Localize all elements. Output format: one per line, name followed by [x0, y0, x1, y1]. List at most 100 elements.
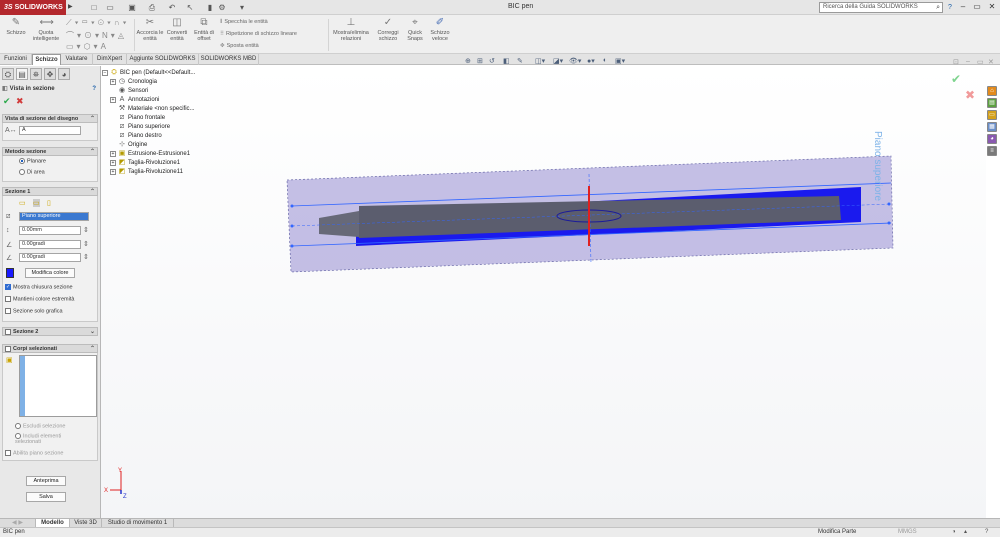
plane-handle[interactable] — [290, 224, 294, 228]
spin-icon[interactable]: ⇕ — [83, 253, 89, 261]
collapse-icon[interactable]: − — [102, 69, 108, 76]
display-style-icon[interactable]: ◪▾ — [553, 57, 563, 65]
enable-plane-checkbox[interactable]: Abilita piano sezione — [5, 450, 63, 456]
collapse-icon[interactable]: ⌃ — [90, 188, 95, 196]
tab-mbd[interactable]: SOLIDWORKS MBD — [199, 54, 259, 65]
expand-icon[interactable]: + — [110, 168, 116, 175]
view-palette-icon[interactable]: ▦ — [987, 122, 997, 132]
close-viewport-icon[interactable]: ✕ — [988, 58, 994, 66]
hide-show-icon[interactable]: 👁▾ — [569, 57, 581, 65]
view-orientation-icon[interactable]: ◫▾ — [535, 57, 545, 65]
close-window-icon[interactable]: ✕ — [986, 1, 998, 13]
select-icon[interactable]: ↖ — [184, 3, 196, 12]
planar-radio[interactable]: Planare — [19, 158, 46, 164]
expand-icon[interactable]: + — [110, 96, 116, 103]
help-icon[interactable]: ? — [944, 2, 956, 13]
tree-item-piano-frontale[interactable]: ⧄ Piano frontale — [110, 113, 165, 122]
featuremanager-tab-icon[interactable]: ⛭ — [2, 68, 14, 80]
section-plane-field[interactable]: Piano superiore — [19, 212, 89, 221]
trim-entities-button[interactable]: ✂ Accorcia le entità — [136, 17, 164, 51]
more-icon[interactable]: ▾ — [236, 3, 248, 12]
offset-distance-field[interactable]: 0.00mm — [19, 226, 81, 235]
configuration-tab-icon[interactable]: ⛯ — [30, 68, 42, 80]
save-icon[interactable]: ▣ — [126, 3, 138, 12]
quick-snaps-button[interactable]: ⌖ Quick Snaps — [403, 17, 427, 51]
plane-handle[interactable] — [887, 202, 891, 206]
tab-valutare[interactable]: Valutare — [61, 54, 93, 65]
expand-icon[interactable]: + — [110, 159, 116, 166]
spin-icon[interactable]: ⇕ — [83, 240, 89, 248]
help-icon[interactable]: ? — [92, 84, 96, 95]
plane-handle[interactable] — [887, 221, 891, 225]
mirror-entities-button[interactable]: ⫴ Specchia le entità — [220, 19, 268, 26]
selected-bodies-header[interactable]: Corpi selezionati ⌃ — [2, 344, 98, 353]
graphics-only-checkbox[interactable]: Sezione solo grafica — [5, 308, 63, 314]
repair-sketch-button[interactable]: ✓ Correggi schizzo — [374, 17, 402, 51]
design-library-icon[interactable]: ▤ — [987, 98, 997, 108]
exclude-selected-radio[interactable]: Escludi selezione — [15, 423, 66, 429]
linear-pattern-button[interactable]: ⠿ Ripetizione di schizzo lineare — [220, 31, 297, 37]
expand-icon[interactable]: ⌄ — [90, 328, 95, 336]
restore-viewport-icon[interactable]: ⊡ — [953, 58, 959, 66]
appearance-icon[interactable]: ●▾ — [587, 57, 595, 65]
cancel-x-icon[interactable]: ✖ — [16, 96, 24, 107]
options-icon[interactable]: ⚙ — [216, 3, 228, 12]
section-name-field[interactable]: A — [19, 126, 81, 135]
zonal-radio[interactable]: Di area — [19, 169, 45, 175]
previous-view-icon[interactable]: ↺ — [489, 57, 495, 65]
tree-root[interactable]: − ⛭ BIC pen (Default<<Default... — [102, 68, 195, 77]
status-rebuild-icon[interactable]: ◑ — [952, 528, 956, 537]
dimxpert-tab-icon[interactable]: ✥ — [44, 68, 56, 80]
minimize-icon[interactable]: – — [957, 1, 969, 13]
menu-arrow-icon[interactable]: ▶ — [68, 3, 73, 10]
top-plane-icon[interactable]: ▭ — [33, 199, 40, 207]
graphics-area[interactable]: Piano superiore Y X Z — [101, 66, 986, 518]
expand-icon[interactable]: + — [110, 150, 116, 157]
view-settings-icon[interactable]: ▣▾ — [615, 57, 625, 65]
smart-dimension-button[interactable]: ⟷ Quota intelligente — [32, 17, 60, 51]
resources-icon[interactable]: ⌂ — [987, 86, 997, 96]
tree-item-taglia-rivoluzione11[interactable]: + ◩ Taglia-Rivoluzione11 — [110, 167, 183, 176]
tree-item-piano-destro[interactable]: ⧄ Piano destro — [110, 131, 162, 140]
tree-item-piano-superiore[interactable]: ⧄ Piano superiore — [110, 122, 170, 131]
collapse-icon[interactable]: ⌃ — [90, 115, 95, 123]
custom-properties-icon[interactable]: ≡ — [987, 146, 997, 156]
section2-checkbox[interactable] — [5, 328, 13, 335]
y-rotation-field[interactable]: 0.00gradi — [19, 253, 81, 262]
x-rotation-field[interactable]: 0.00gradi — [19, 240, 81, 249]
tab-aggiunte[interactable]: Aggiunte SOLIDWORKS — [127, 54, 199, 65]
convert-entities-button[interactable]: ◫ Converti entità — [163, 17, 191, 51]
section-view-icon[interactable]: ◧ — [503, 57, 510, 65]
status-help-icon[interactable]: ? — [985, 528, 988, 537]
model-view[interactable]: Piano superiore Y X Z — [101, 66, 986, 518]
status-units[interactable]: MMGS — [898, 528, 917, 537]
tab-funzioni[interactable]: Funzioni — [0, 54, 32, 65]
print-icon[interactable]: ⎙ — [146, 3, 158, 12]
selected-bodies-checkbox[interactable] — [5, 345, 13, 352]
undo-icon[interactable]: ↶ — [166, 3, 178, 12]
display-relations-button[interactable]: ⊥ Mostra/elimina relazioni — [330, 17, 372, 51]
include-selected-radio[interactable]: Includi elementi selezionati — [15, 433, 85, 445]
help-search-input[interactable]: Ricerca della Guida SOLIDWORKS ⌕ — [819, 2, 943, 13]
restore-icon[interactable]: ▭ — [971, 1, 983, 13]
dynamic-annotation-icon[interactable]: ✎ — [517, 57, 523, 65]
file-explorer-icon[interactable]: ▭ — [987, 110, 997, 120]
right-plane-icon[interactable]: ▯ — [47, 199, 51, 207]
search-icon[interactable]: ⌕ — [936, 3, 940, 12]
minimize-viewport-icon[interactable]: – — [966, 58, 970, 65]
tree-item-origine[interactable]: ⊹ Origine — [110, 140, 147, 149]
open-file-icon[interactable]: ▭ — [104, 3, 116, 12]
solidworks-logo[interactable]: 3S SOLIDWORKS — [0, 0, 66, 15]
display-tab-icon[interactable]: ◕ — [58, 68, 70, 80]
tree-item-sensori[interactable]: ◉ Sensori — [110, 86, 148, 95]
spin-icon[interactable]: ⇕ — [83, 226, 89, 234]
cap-color-swatch[interactable] — [6, 268, 14, 278]
tab-dimxpert[interactable]: DimXpert — [93, 54, 127, 65]
collapse-icon[interactable]: ⌃ — [90, 148, 95, 156]
bodies-list[interactable] — [19, 355, 97, 417]
maximize-viewport-icon[interactable]: ▭ — [977, 58, 984, 66]
section1-header[interactable]: Sezione 1 ⌃ — [2, 187, 98, 196]
edit-color-button[interactable]: Modifica colore — [25, 268, 75, 278]
tree-item-estrusione[interactable]: + ▣ Estrusione-Estrusione1 — [110, 149, 190, 158]
plane-handle[interactable] — [290, 204, 294, 208]
